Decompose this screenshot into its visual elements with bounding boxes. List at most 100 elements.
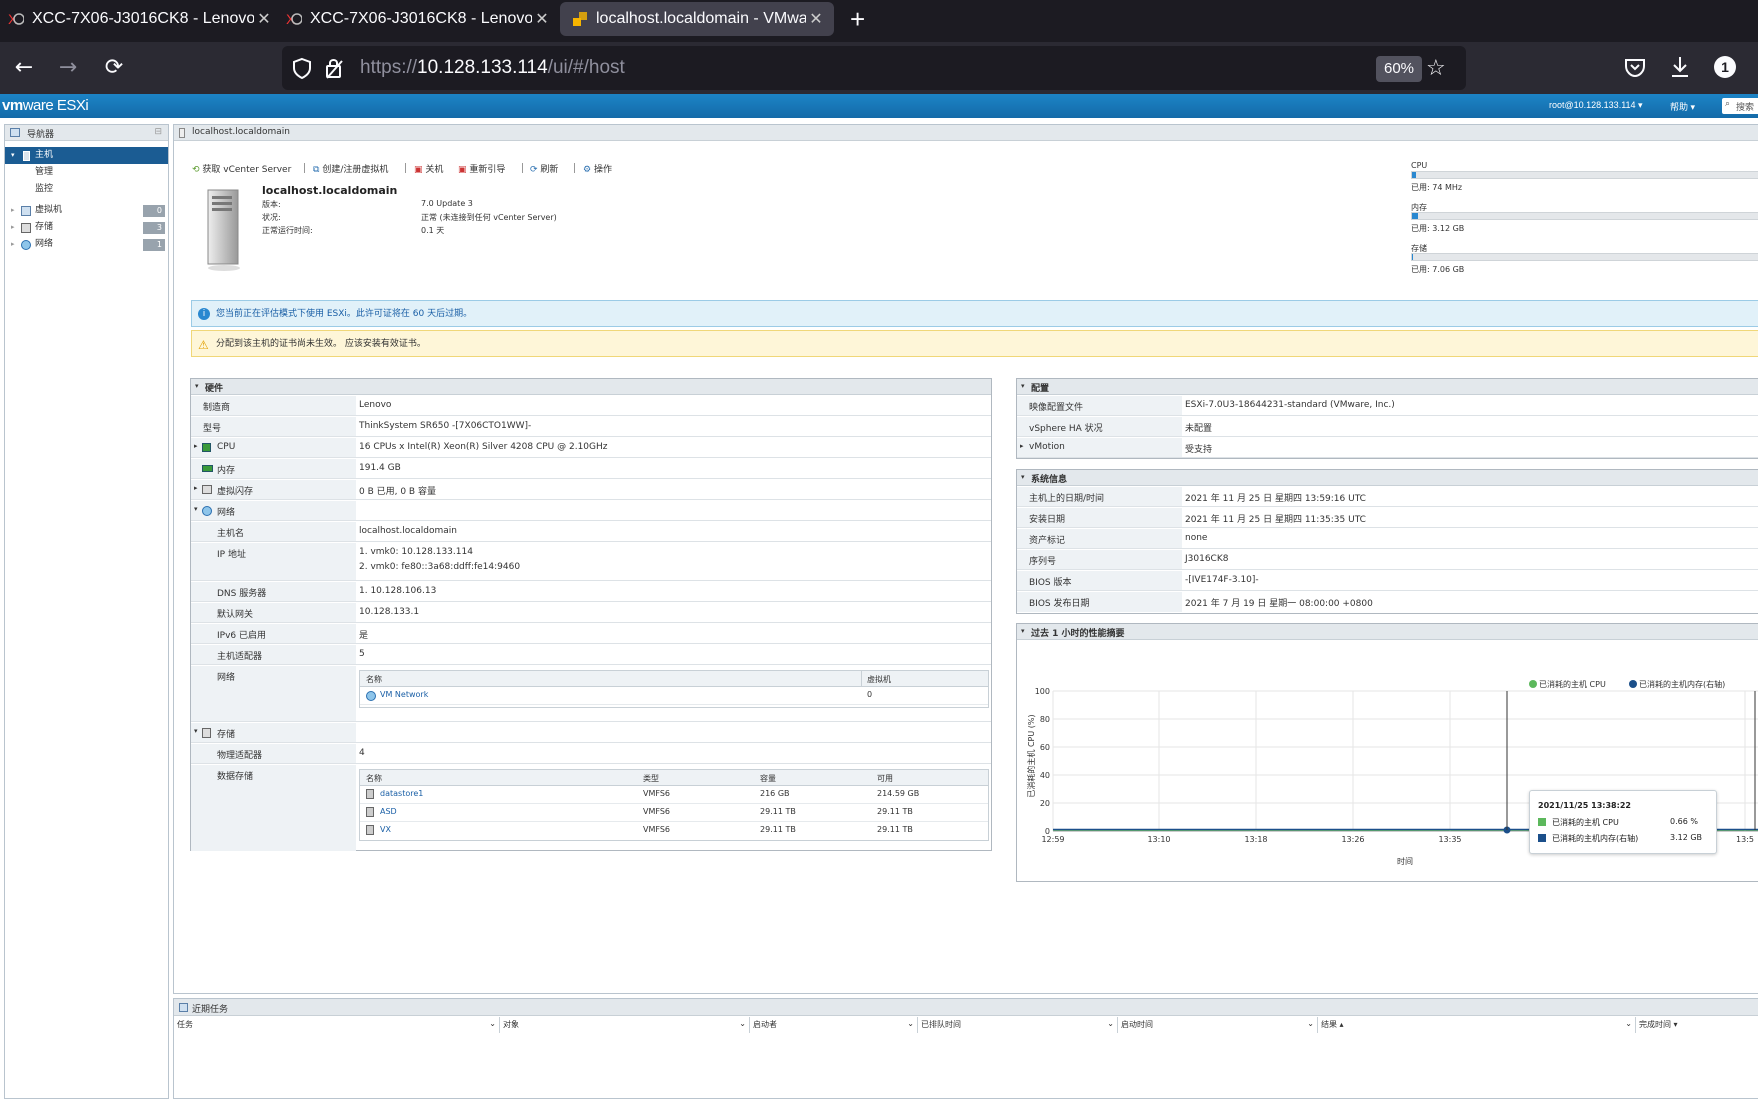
hw-row-virtual-flash[interactable]: ▸ 虚拟闪存 0 B 已用, 0 B 容量 (191, 480, 991, 500)
help-menu[interactable]: 帮助 ▾ (1670, 100, 1695, 113)
new-tab-button[interactable]: + (850, 4, 865, 35)
tasks-col-completed[interactable]: 完成时间 ▾ (1636, 1017, 1758, 1033)
browser-tab-1[interactable]: X XCC-7X06-J3016CK8 - Lenovo ✕ (0, 0, 278, 38)
address-bar[interactable]: https://10.128.133.114/ui/#/host 60% ☆ (282, 46, 1466, 90)
collapse-arrow-icon[interactable]: ▾ (194, 727, 198, 735)
col-vms: 虚拟机 (867, 675, 891, 684)
chevron-down-icon[interactable]: ⌄ (1307, 1019, 1314, 1028)
nav-item-monitor[interactable]: 监控 (5, 181, 168, 198)
hardware-panel-header[interactable]: ▾ 硬件 (191, 379, 991, 395)
actions-button[interactable]: ⚙ 操作 (583, 162, 612, 175)
expand-arrow-icon[interactable]: ▸ (194, 484, 198, 492)
lock-warning-icon[interactable] (324, 57, 346, 83)
datastore-link[interactable]: datastore1 (380, 789, 423, 798)
collapse-arrow-icon[interactable]: ▾ (1021, 473, 1025, 481)
collapse-arrow-icon[interactable]: ▾ (1021, 382, 1025, 390)
expand-arrow-icon[interactable]: ▸ (11, 236, 15, 253)
vm-network-link[interactable]: VM Network (380, 690, 428, 699)
system-info-panel-header[interactable]: ▾ 系统信息 (1017, 470, 1758, 486)
chevron-down-icon[interactable]: ⌄ (1107, 1019, 1114, 1028)
configuration-panel-header[interactable]: ▾ 配置 (1017, 379, 1758, 395)
hw-row-physical-adapters: 物理适配器 4 (191, 744, 991, 764)
tooltip-time: 2021/11/25 13:38:22 (1538, 801, 1631, 810)
expand-arrow-icon[interactable]: ▸ (194, 442, 198, 450)
close-tab-icon[interactable]: ✕ (254, 9, 274, 29)
collapse-arrow-icon[interactable]: ▾ (11, 147, 15, 164)
nav-vms-label: 虚拟机 (35, 205, 63, 215)
warning-icon: ⚠ (198, 338, 209, 352)
chevron-down-icon[interactable]: ⌄ (489, 1019, 496, 1028)
forward-arrow-icon[interactable]: → (52, 52, 84, 84)
browser-tab-3-active[interactable]: localhost.localdomain - VMware ESXi ✕ (560, 2, 834, 36)
tasks-col-result[interactable]: 结果 ▴ ⌄ (1318, 1017, 1636, 1033)
expand-arrow-icon[interactable]: ▸ (11, 219, 15, 236)
pocket-icon[interactable] (1624, 56, 1646, 82)
tasks-col-started[interactable]: 启动时间 ⌄ (1118, 1017, 1318, 1033)
shutdown-icon: ▣ (414, 165, 423, 175)
close-tab-icon[interactable]: ✕ (532, 9, 552, 29)
tooltip-memory-swatch (1538, 834, 1546, 842)
collapse-arrow-icon[interactable]: ▾ (195, 382, 199, 390)
datastore-link[interactable]: VX (380, 825, 391, 834)
nav-item-storage[interactable]: ▸ 存储 3 (5, 219, 168, 236)
reboot-button[interactable]: ▣ 重新引导 (458, 162, 505, 175)
account-badge-icon[interactable]: 1 (1714, 56, 1736, 78)
hw-row-networks: 网络 名称 虚拟机 VM Network 0 (191, 666, 991, 722)
hw-key-cell: ▸ 虚拟闪存 (191, 480, 356, 499)
datastore-link[interactable]: ASD (380, 807, 397, 816)
browser-tab-2[interactable]: X XCC-7X06-J3016CK8 - Lenovo ✕ (278, 0, 556, 38)
config-row-vmotion[interactable]: ▸ vMotion 受支持 (1017, 438, 1758, 458)
sysinfo-key: 序列号 (1017, 550, 1182, 569)
chevron-down-icon[interactable]: ⌄ (907, 1019, 914, 1028)
main-pane-title: localhost.localdomain (192, 127, 290, 137)
navigator-header: 导航器 ⊟ (5, 125, 168, 141)
tasks-col-queued[interactable]: 已排队时间 ⌄ (918, 1017, 1118, 1033)
url-host: 10.128.133.114 (417, 57, 548, 78)
ds-type: VMFS6 (643, 825, 671, 834)
hw-row-host-adapters: 主机适配器 5 (191, 645, 991, 665)
x-tick-label: 13:35 (1438, 835, 1461, 844)
expand-arrow-icon[interactable]: ▸ (11, 202, 15, 219)
zoom-level-button[interactable]: 60% (1376, 56, 1423, 82)
nav-item-vms[interactable]: ▸ 虚拟机 0 (5, 202, 168, 219)
refresh-button[interactable]: ⟳ 刷新 (530, 162, 558, 175)
user-menu[interactable]: root@10.128.133.114 ▾ (1549, 100, 1643, 111)
expand-arrow-icon[interactable]: ▸ (1020, 442, 1024, 450)
datastore-row: VX VMFS6 29.11 TB 29.11 TB (360, 822, 988, 840)
get-vcenter-button[interactable]: ⟲ 获取 vCenter Server (192, 162, 291, 175)
shutdown-button[interactable]: ▣ 关机 (414, 162, 443, 175)
back-arrow-icon[interactable]: ← (8, 52, 40, 84)
hw-key-cell: ▸ CPU (191, 438, 356, 457)
tasks-col-task[interactable]: 任务 ⌄ (174, 1017, 500, 1033)
legend-cpu-label: 已消耗的主机 CPU (1539, 679, 1606, 689)
y-tick-label: 20 (1040, 799, 1050, 808)
chevron-down-icon[interactable]: ⌄ (1625, 1019, 1632, 1028)
chevron-down-icon[interactable]: ⌄ (739, 1019, 746, 1028)
performance-panel-header[interactable]: ▾ 过去 1 小时的性能摘要 (1017, 624, 1758, 640)
recent-tasks-header: 近期任务 (174, 999, 1758, 1016)
url-text[interactable]: https://10.128.133.114/ui/#/host (360, 57, 625, 79)
tasks-col-target[interactable]: 对象 ⌄ (500, 1017, 750, 1033)
reload-icon[interactable]: ⟳ (98, 52, 130, 84)
search-input[interactable]: ⌕ 搜索 (1722, 98, 1758, 114)
hw-row-dns: DNS 服务器 1. 10.128.106.13 (191, 582, 991, 602)
collapse-arrow-icon[interactable]: ▾ (1021, 627, 1025, 635)
vmware-esxi-logo: vmware ESXi (2, 97, 89, 114)
hw-row-storage[interactable]: ▾ 存储 (191, 723, 991, 743)
certificate-warning-text: 分配到该主机的证书尚未生效。 应该安装有效证书。 (216, 339, 426, 349)
nav-item-manage[interactable]: 管理 (5, 164, 168, 181)
create-vm-button[interactable]: ⧉ 创建/注册虚拟机 (313, 162, 388, 175)
nav-item-host[interactable]: ▾ 主机 (5, 147, 168, 164)
tasks-col-initiator[interactable]: 启动者 ⌄ (750, 1017, 918, 1033)
nav-item-network[interactable]: ▸ 网络 1 (5, 236, 168, 253)
shield-icon[interactable] (292, 57, 312, 83)
hw-row-networking[interactable]: ▾ 网络 (191, 501, 991, 521)
download-icon[interactable] (1669, 55, 1691, 83)
collapse-arrow-icon[interactable]: ▾ (194, 505, 198, 513)
collapse-pane-icon[interactable]: ⊟ (154, 127, 162, 137)
vmware-favicon-icon (572, 11, 588, 27)
bookmark-star-icon[interactable]: ☆ (1426, 56, 1446, 81)
close-tab-icon[interactable]: ✕ (806, 9, 826, 29)
hw-row-cpu[interactable]: ▸ CPU 16 CPUs x Intel(R) Xeon(R) Silver 42… (191, 438, 991, 458)
summary-state-value: 正常 (未连接到任何 vCenter Server) (421, 213, 557, 222)
